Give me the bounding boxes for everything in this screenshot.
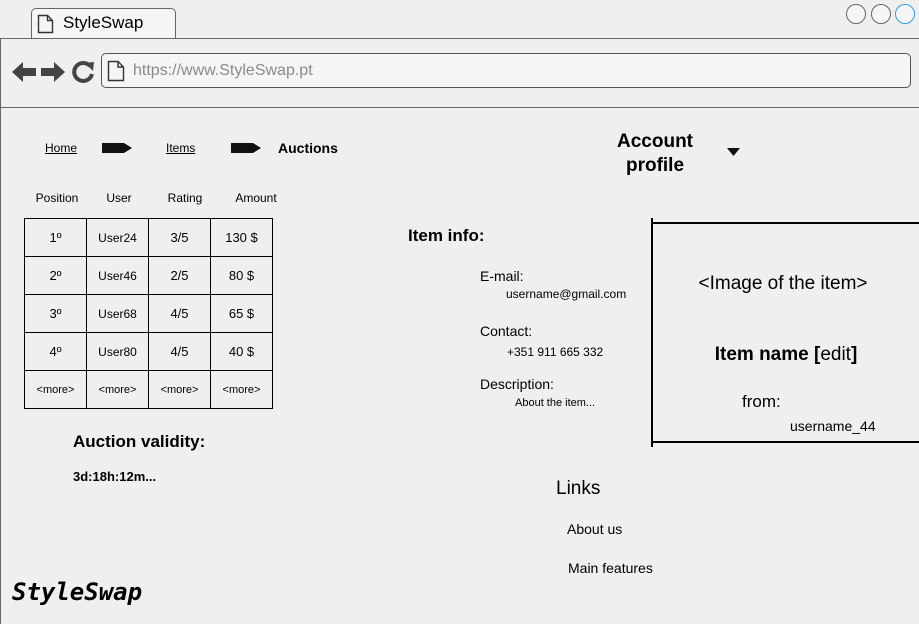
- table-cell-position: 2º: [24, 256, 87, 295]
- tab-title: StyleSwap: [63, 13, 144, 32]
- item-card: [651, 222, 919, 443]
- item-image-placeholder: <Image of the item>: [698, 273, 868, 294]
- contact-label: Contact:: [480, 323, 533, 339]
- column-header-amount: Amount: [235, 191, 277, 205]
- auction-bids-table: 1º User24 3/5 130 $ 2º User46 2/5 80 $ 3…: [24, 218, 273, 409]
- breadcrumb-home-link[interactable]: Home: [45, 141, 77, 155]
- page-icon: [37, 14, 54, 34]
- table-cell-rating: 4/5: [148, 332, 211, 371]
- account-label-line1: Account: [617, 131, 693, 152]
- contact-value: +351 911 665 332: [507, 345, 604, 359]
- column-header-position: Position: [35, 191, 79, 205]
- table-cell-amount: 65 $: [210, 294, 273, 333]
- table-cell-amount: 130 $: [210, 218, 273, 257]
- item-name-bracket: ]: [850, 344, 858, 365]
- about-us-link[interactable]: About us: [567, 521, 622, 537]
- from-label: from:: [742, 392, 781, 411]
- more-position-link[interactable]: <more>: [24, 370, 87, 409]
- table-row: 4º User80 4/5 40 $: [24, 332, 273, 371]
- auction-validity-countdown: 3d:18h:12m...: [73, 469, 157, 484]
- more-amount-link[interactable]: <more>: [210, 370, 273, 409]
- breadcrumb-items-link[interactable]: Items: [166, 141, 195, 155]
- table-cell-position: 1º: [24, 218, 87, 257]
- brand-logo: StyleSwap: [12, 578, 143, 606]
- window-minimize-button[interactable]: [846, 4, 866, 24]
- column-header-user: User: [106, 191, 132, 205]
- table-cell-rating: 4/5: [148, 294, 211, 333]
- description-label: Description:: [480, 376, 554, 392]
- item-name-text: Item name [: [714, 344, 821, 365]
- item-name-heading: Item name [edit]: [653, 344, 919, 366]
- toolbar-border: [0, 107, 919, 108]
- column-header-rating: Rating: [167, 191, 203, 205]
- address-page-icon: [107, 60, 125, 82]
- table-cell-user: User80: [86, 332, 149, 371]
- table-cell-amount: 80 $: [210, 256, 273, 295]
- table-cell-user: User24: [86, 218, 149, 257]
- window-left-border: [0, 38, 1, 624]
- breadcrumb-arrow-icon: [102, 143, 132, 153]
- table-cell-position: 4º: [24, 332, 87, 371]
- main-features-link[interactable]: Main features: [568, 560, 653, 576]
- table-cell-rating: 3/5: [148, 218, 211, 257]
- table-row: 3º User68 4/5 65 $: [24, 294, 273, 333]
- window-maximize-button[interactable]: [871, 4, 891, 24]
- forward-arrow-icon[interactable]: [40, 60, 66, 84]
- reload-icon[interactable]: [71, 60, 95, 84]
- tab-strip-border: [0, 38, 919, 39]
- table-cell-position: 3º: [24, 294, 87, 333]
- seller-username[interactable]: username_44: [790, 418, 876, 434]
- chevron-down-icon[interactable]: [727, 148, 740, 156]
- table-row-more: <more> <more> <more> <more>: [24, 370, 273, 409]
- table-cell-amount: 40 $: [210, 332, 273, 371]
- item-name-edit-link[interactable]: edit: [820, 344, 851, 365]
- account-label-line2: profile: [625, 155, 685, 176]
- description-value: About the item...: [515, 397, 596, 409]
- links-title: Links: [556, 478, 601, 499]
- table-cell-user: User68: [86, 294, 149, 333]
- email-label: E-mail:: [480, 268, 524, 284]
- email-value: username@gmail.com: [506, 287, 627, 301]
- more-rating-link[interactable]: <more>: [148, 370, 211, 409]
- card-border-tick: [651, 441, 653, 447]
- item-info-title: Item info:: [408, 226, 485, 245]
- auction-validity-title: Auction validity:: [73, 432, 206, 451]
- back-arrow-icon[interactable]: [11, 60, 37, 84]
- breadcrumb-current: Auctions: [278, 140, 338, 156]
- url-text[interactable]: https://www.StyleSwap.pt: [133, 62, 313, 80]
- table-cell-rating: 2/5: [148, 256, 211, 295]
- table-cell-user: User46: [86, 256, 149, 295]
- more-user-link[interactable]: <more>: [86, 370, 149, 409]
- table-row: 1º User24 3/5 130 $: [24, 218, 273, 257]
- window-close-button[interactable]: [895, 4, 915, 24]
- card-border-tick: [651, 218, 653, 224]
- account-profile-menu[interactable]: Account profile: [605, 130, 705, 178]
- table-row: 2º User46 2/5 80 $: [24, 256, 273, 295]
- breadcrumb-arrow-icon: [231, 143, 261, 153]
